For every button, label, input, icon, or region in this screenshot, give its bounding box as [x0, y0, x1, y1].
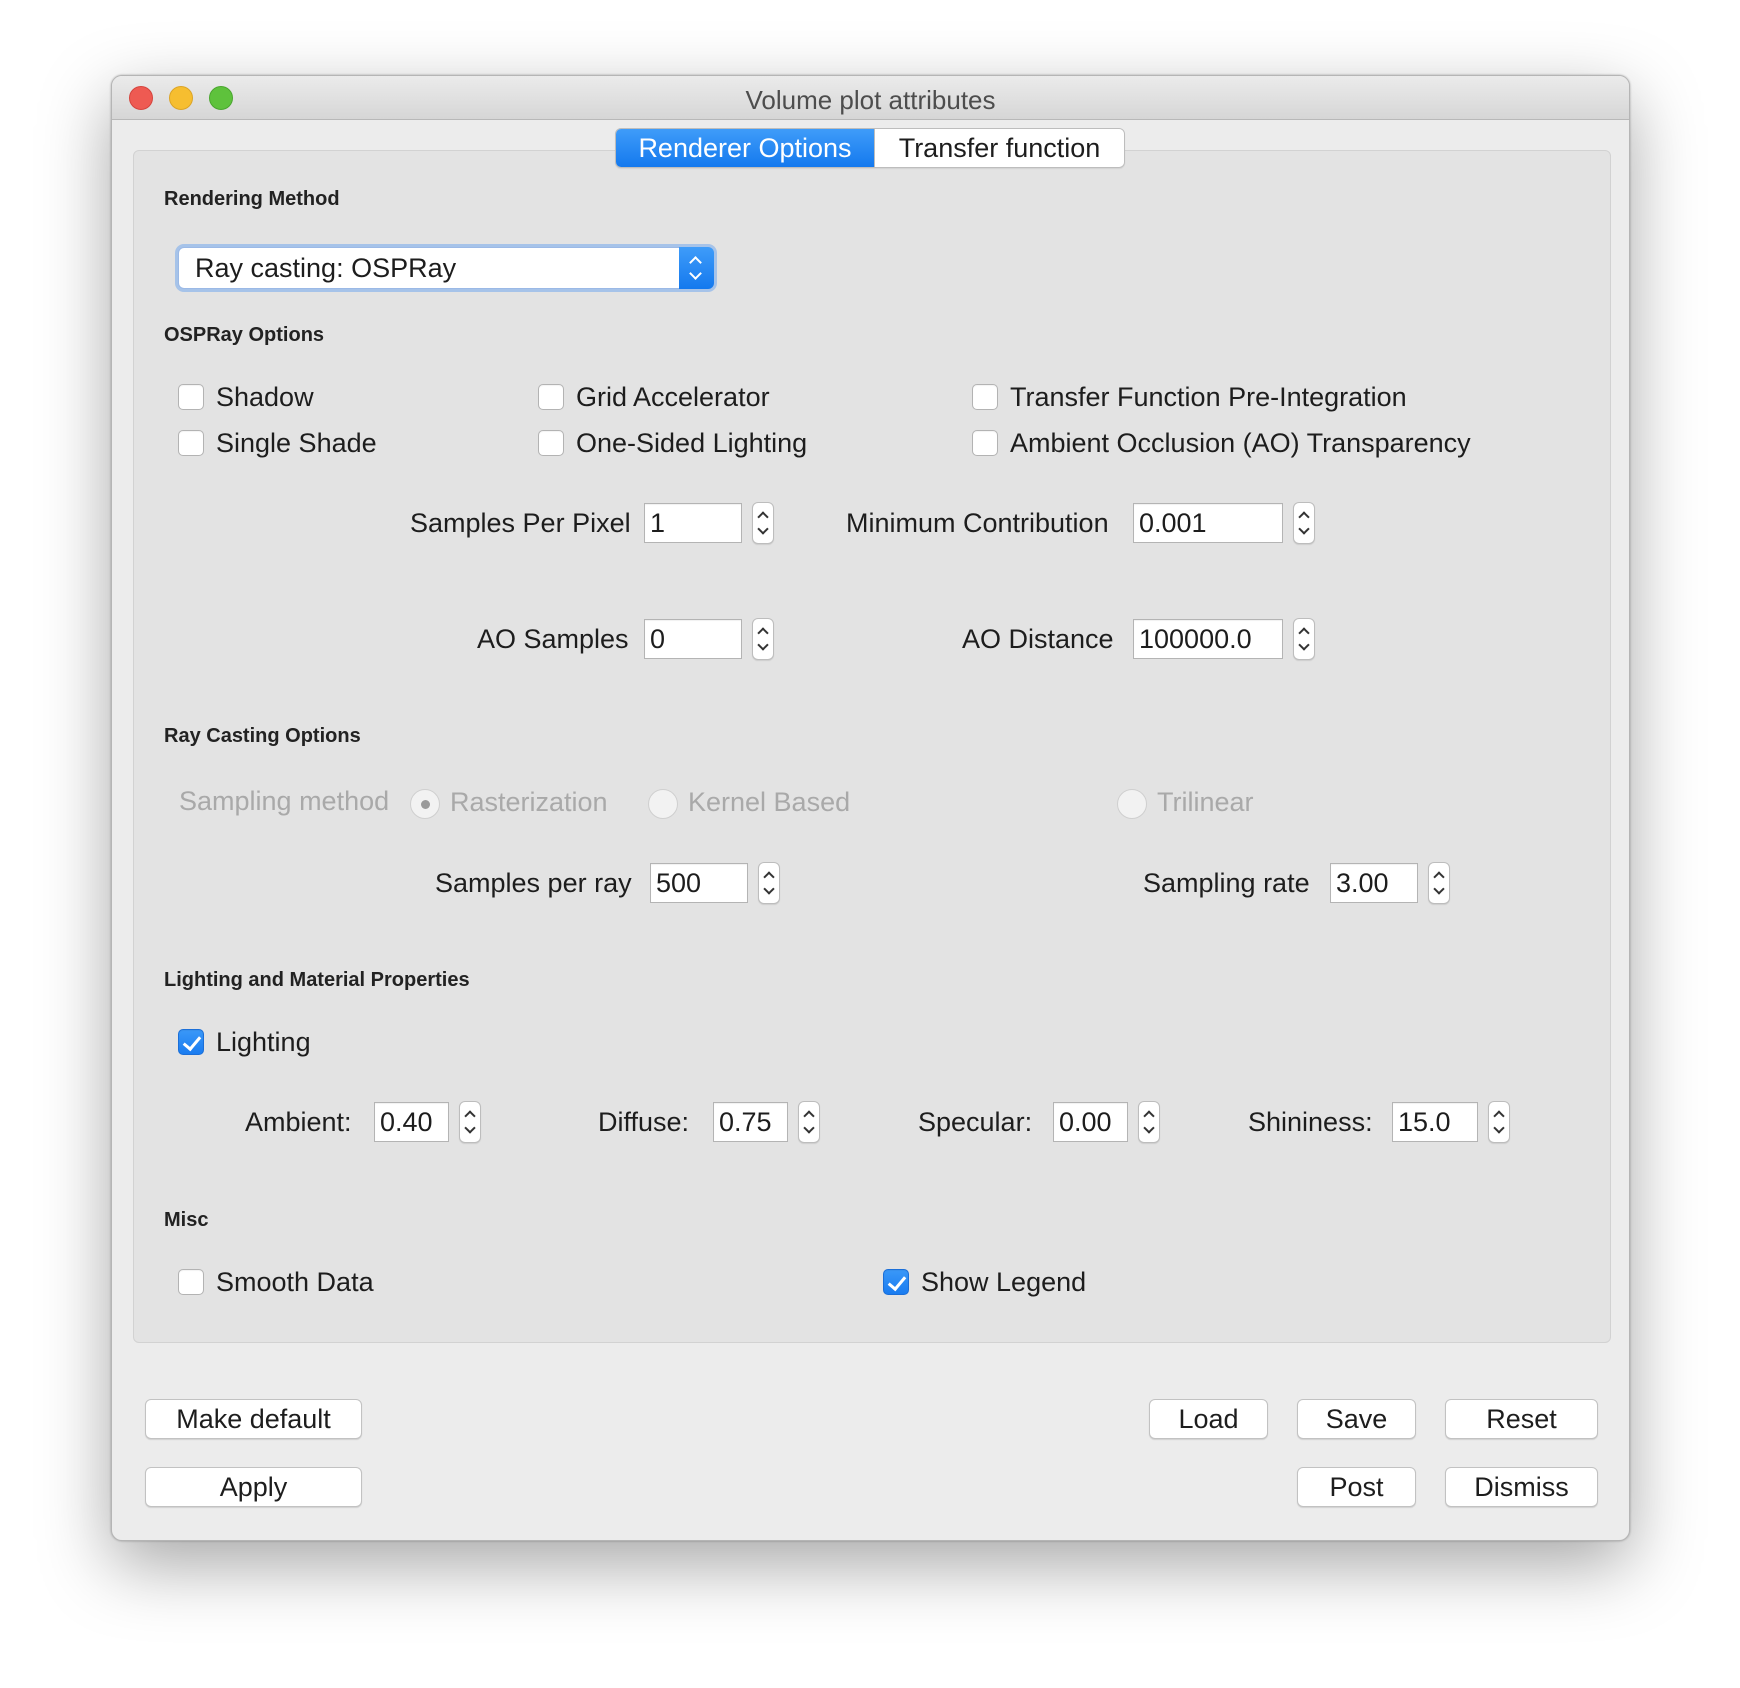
- ao-distance-stepper[interactable]: [1293, 618, 1315, 660]
- min-contribution-stepper[interactable]: [1293, 502, 1315, 544]
- ao-transparency-checkbox[interactable]: [972, 430, 998, 456]
- sampling-method-label: Sampling method: [179, 786, 390, 816]
- post-button[interactable]: Post: [1297, 1467, 1416, 1507]
- ambient-label: Ambient:: [245, 1107, 352, 1137]
- one-sided-lighting-checkbox[interactable]: [538, 430, 564, 456]
- single-shade-label: Single Shade: [216, 428, 377, 458]
- rendering-method-select[interactable]: Ray casting: OSPRay: [178, 247, 714, 289]
- show-legend-checkbox[interactable]: [883, 1269, 909, 1295]
- samples-per-pixel-input[interactable]: 1: [644, 503, 742, 543]
- tf-pre-integration-label: Transfer Function Pre-Integration: [1010, 382, 1407, 412]
- diffuse-label: Diffuse:: [598, 1107, 690, 1137]
- lighting-label: Lighting: [216, 1027, 311, 1057]
- ao-samples-input[interactable]: 0: [644, 619, 742, 659]
- show-legend-label: Show Legend: [921, 1267, 1087, 1297]
- save-button[interactable]: Save: [1297, 1399, 1416, 1439]
- grid-accelerator-label: Grid Accelerator: [576, 382, 770, 412]
- specular-stepper[interactable]: [1138, 1101, 1160, 1143]
- smooth-data-label: Smooth Data: [216, 1267, 374, 1297]
- misc-heading: Misc: [164, 1209, 209, 1231]
- lighting-checkbox[interactable]: [178, 1029, 204, 1055]
- ambient-stepper[interactable]: [459, 1101, 481, 1143]
- kernel-based-radio[interactable]: [648, 789, 678, 819]
- ao-transparency-label: Ambient Occlusion (AO) Transparency: [1010, 428, 1471, 458]
- shadow-checkbox[interactable]: [178, 384, 204, 410]
- ao-distance-label: AO Distance: [962, 624, 1114, 654]
- ao-samples-stepper[interactable]: [752, 618, 774, 660]
- shadow-label: Shadow: [216, 382, 314, 412]
- grid-accelerator-checkbox[interactable]: [538, 384, 564, 410]
- min-contribution-input[interactable]: 0.001: [1133, 503, 1283, 543]
- ambient-input[interactable]: 0.40: [374, 1102, 449, 1142]
- tab-renderer-options[interactable]: Renderer Options: [616, 129, 874, 167]
- chevron-up-down-icon: [679, 247, 714, 289]
- trilinear-label: Trilinear: [1157, 787, 1254, 817]
- window-title: Volume plot attributes: [745, 85, 996, 115]
- volume-plot-attributes-window: Volume plot attributes Renderer Options …: [111, 75, 1630, 1541]
- rasterization-radio[interactable]: [410, 789, 440, 819]
- reset-button[interactable]: Reset: [1445, 1399, 1598, 1439]
- ray-casting-options-heading: Ray Casting Options: [164, 725, 361, 747]
- samples-per-pixel-stepper[interactable]: [752, 502, 774, 544]
- samples-per-pixel-label: Samples Per Pixel: [410, 508, 631, 538]
- rendering-method-heading: Rendering Method: [164, 188, 340, 210]
- min-contribution-label: Minimum Contribution: [846, 508, 1109, 538]
- samples-per-ray-input[interactable]: 500: [650, 863, 748, 903]
- dismiss-button[interactable]: Dismiss: [1445, 1467, 1598, 1507]
- diffuse-input[interactable]: 0.75: [713, 1102, 788, 1142]
- rendering-method-value: Ray casting: OSPRay: [195, 253, 457, 283]
- single-shade-checkbox[interactable]: [178, 430, 204, 456]
- shininess-label: Shininess:: [1248, 1107, 1373, 1137]
- rasterization-label: Rasterization: [450, 787, 608, 817]
- ospray-options-heading: OSPRay Options: [164, 324, 325, 346]
- one-sided-lighting-label: One-Sided Lighting: [576, 428, 808, 458]
- make-default-button[interactable]: Make default: [145, 1399, 362, 1439]
- samples-per-ray-stepper[interactable]: [758, 862, 780, 904]
- sampling-rate-input[interactable]: 3.00: [1330, 863, 1418, 903]
- sampling-rate-label: Sampling rate: [1143, 868, 1310, 898]
- apply-button[interactable]: Apply: [145, 1467, 362, 1507]
- sampling-rate-stepper[interactable]: [1428, 862, 1450, 904]
- lighting-material-heading: Lighting and Material Properties: [164, 969, 470, 991]
- specular-label: Specular:: [918, 1107, 1033, 1137]
- shininess-stepper[interactable]: [1488, 1101, 1510, 1143]
- tab-bar: Renderer Options Transfer function: [615, 128, 1125, 168]
- kernel-based-label: Kernel Based: [688, 787, 851, 817]
- title-bar[interactable]: Volume plot attributes: [112, 76, 1629, 120]
- load-button[interactable]: Load: [1149, 1399, 1268, 1439]
- shininess-input[interactable]: 15.0: [1392, 1102, 1478, 1142]
- tab-transfer-function[interactable]: Transfer function: [874, 129, 1124, 167]
- trilinear-radio[interactable]: [1117, 789, 1147, 819]
- ao-distance-input[interactable]: 100000.0: [1133, 619, 1283, 659]
- diffuse-stepper[interactable]: [798, 1101, 820, 1143]
- samples-per-ray-label: Samples per ray: [435, 868, 632, 898]
- specular-input[interactable]: 0.00: [1053, 1102, 1128, 1142]
- ao-samples-label: AO Samples: [477, 624, 629, 654]
- tf-pre-integration-checkbox[interactable]: [972, 384, 998, 410]
- smooth-data-checkbox[interactable]: [178, 1269, 204, 1295]
